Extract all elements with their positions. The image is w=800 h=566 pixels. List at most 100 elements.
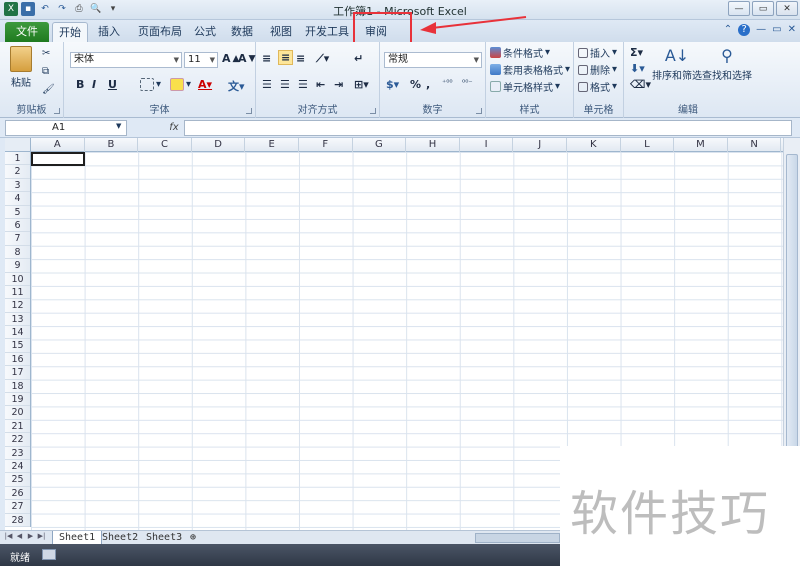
row-header[interactable]: 19 bbox=[5, 393, 30, 407]
row-header[interactable]: 8 bbox=[5, 246, 30, 260]
doc-restore-icon[interactable]: ▭ bbox=[772, 24, 781, 36]
tab-data[interactable]: 数据 bbox=[226, 22, 258, 42]
name-box-dropdown-icon[interactable]: ▼ bbox=[116, 122, 121, 130]
increase-decimal-icon[interactable]: ⁺⁰⁰ bbox=[442, 78, 453, 87]
number-launcher-icon[interactable] bbox=[476, 108, 482, 114]
column-header[interactable]: E bbox=[245, 138, 299, 152]
comma-icon[interactable]: , bbox=[426, 78, 430, 91]
row-header[interactable]: 17 bbox=[5, 366, 30, 380]
tab-view[interactable]: 视图 bbox=[266, 22, 296, 42]
row-header[interactable]: 24 bbox=[5, 460, 30, 474]
align-middle-icon[interactable]: ≡ bbox=[278, 50, 294, 65]
active-cell-a1[interactable] bbox=[31, 152, 85, 166]
decrease-indent-icon[interactable]: ⇤ bbox=[316, 78, 325, 91]
doc-close-icon[interactable]: ✕ bbox=[788, 24, 796, 36]
row-header[interactable]: 4 bbox=[5, 192, 30, 206]
row-header[interactable]: 16 bbox=[5, 353, 30, 367]
copy-icon[interactable]: ⧉ bbox=[42, 66, 49, 77]
fill-color-icon[interactable]: ▾ bbox=[170, 78, 191, 91]
row-header[interactable]: 10 bbox=[5, 273, 30, 286]
column-header[interactable]: J bbox=[513, 138, 567, 152]
column-header[interactable]: N bbox=[728, 138, 782, 152]
row-header[interactable]: 21 bbox=[5, 420, 30, 434]
tab-file[interactable]: 文件 bbox=[5, 22, 49, 42]
next-sheet-icon[interactable]: ▶ bbox=[26, 532, 35, 540]
clear-icon[interactable]: ⌫▾ bbox=[630, 78, 651, 91]
column-header[interactable]: H bbox=[406, 138, 460, 152]
row-header[interactable]: 28 bbox=[5, 514, 30, 527]
ribbon-collapse-icon[interactable]: ⌃ bbox=[724, 24, 732, 36]
column-header[interactable]: L bbox=[621, 138, 675, 152]
first-sheet-icon[interactable]: |◀ bbox=[4, 532, 13, 540]
row-header[interactable]: 15 bbox=[5, 339, 30, 353]
sheet-tab-1[interactable]: Sheet1 bbox=[52, 531, 103, 545]
minimize-button[interactable]: — bbox=[728, 1, 750, 16]
font-size-combo[interactable]: 11 ▼ bbox=[184, 52, 218, 68]
font-name-combo[interactable]: 宋体 ▼ bbox=[70, 52, 182, 68]
find-select-button[interactable]: ⚲ 查找和选择 bbox=[702, 46, 752, 82]
format-as-table-button[interactable]: 套用表格格式 ▾ bbox=[490, 62, 570, 77]
row-header[interactable]: 7 bbox=[5, 232, 30, 246]
align-top-icon[interactable]: ≡ bbox=[262, 52, 271, 65]
fill-icon[interactable]: ⬇▾ bbox=[630, 62, 645, 75]
sort-filter-button[interactable]: A↓ 排序和筛选 bbox=[652, 46, 702, 82]
alignment-launcher-icon[interactable] bbox=[370, 108, 376, 114]
row-header[interactable]: 26 bbox=[5, 487, 30, 501]
align-bottom-icon[interactable]: ≡ bbox=[296, 52, 305, 65]
row-header[interactable]: 9 bbox=[5, 259, 30, 273]
doc-minimize-icon[interactable]: — bbox=[756, 24, 766, 36]
row-header[interactable]: 11 bbox=[5, 286, 30, 300]
close-button[interactable]: ✕ bbox=[776, 1, 798, 16]
conditional-format-button[interactable]: 条件格式 ▾ bbox=[490, 45, 550, 60]
column-header[interactable]: K bbox=[567, 138, 621, 152]
row-header[interactable]: 1 bbox=[5, 152, 30, 166]
underline-icon[interactable]: U bbox=[108, 78, 117, 91]
insert-sheet-icon[interactable]: ⊕ bbox=[184, 531, 202, 545]
row-header[interactable]: 3 bbox=[5, 179, 30, 193]
row-header[interactable]: 6 bbox=[5, 219, 30, 233]
last-sheet-icon[interactable]: ▶| bbox=[37, 532, 46, 540]
prev-sheet-icon[interactable]: ◀ bbox=[15, 532, 24, 540]
column-header[interactable]: F bbox=[299, 138, 353, 152]
row-header[interactable]: 23 bbox=[5, 447, 30, 460]
tab-page-layout[interactable]: 页面布局 bbox=[130, 22, 190, 42]
name-box[interactable]: A1 bbox=[5, 120, 127, 136]
phonetic-icon[interactable]: 文▾ bbox=[228, 78, 245, 94]
column-header[interactable]: M bbox=[674, 138, 728, 152]
align-center-icon[interactable]: ☰ bbox=[280, 78, 290, 91]
bold-icon[interactable]: B bbox=[76, 78, 84, 91]
cut-icon[interactable]: ✂ bbox=[42, 48, 50, 59]
insert-function-icon[interactable]: fx bbox=[166, 120, 182, 136]
row-header[interactable]: 13 bbox=[5, 313, 30, 327]
row-header[interactable]: 12 bbox=[5, 299, 30, 313]
border-icon[interactable]: ▾ bbox=[140, 78, 161, 91]
sheet-tab-3[interactable]: Sheet3 bbox=[140, 531, 188, 545]
help-icon[interactable]: ? bbox=[738, 24, 751, 36]
row-header[interactable]: 14 bbox=[5, 326, 30, 340]
clipboard-launcher-icon[interactable] bbox=[54, 108, 60, 114]
row-header[interactable]: 5 bbox=[5, 206, 30, 219]
number-format-combo[interactable]: 常规 ▼ bbox=[384, 52, 482, 68]
format-painter-icon[interactable]: 🖌 bbox=[42, 84, 55, 95]
merge-center-icon[interactable]: ⊞▾ bbox=[354, 78, 369, 91]
cell-styles-button[interactable]: 单元格样式 ▾ bbox=[490, 79, 560, 94]
row-header[interactable]: 27 bbox=[5, 500, 30, 514]
autosum-icon[interactable]: Σ▾ bbox=[630, 46, 643, 59]
row-header[interactable]: 25 bbox=[5, 473, 30, 487]
row-header[interactable]: 18 bbox=[5, 380, 30, 394]
maximize-button[interactable]: ▭ bbox=[752, 1, 774, 16]
column-header[interactable]: G bbox=[353, 138, 407, 152]
align-left-icon[interactable]: ☰ bbox=[262, 78, 272, 91]
column-header[interactable]: C bbox=[138, 138, 192, 152]
shrink-font-icon[interactable]: A ▼ bbox=[238, 52, 256, 65]
font-color-icon[interactable]: A▾ bbox=[198, 78, 212, 91]
tab-formulas[interactable]: 公式 bbox=[190, 22, 220, 42]
align-right-icon[interactable]: ☰ bbox=[298, 78, 308, 91]
column-header[interactable]: B bbox=[85, 138, 139, 152]
row-header[interactable]: 2 bbox=[5, 165, 30, 179]
tab-insert[interactable]: 插入 bbox=[92, 22, 126, 42]
percent-icon[interactable]: % bbox=[410, 78, 421, 91]
tab-developer[interactable]: 开发工具 bbox=[304, 22, 350, 42]
italic-icon[interactable]: I bbox=[92, 78, 96, 91]
font-launcher-icon[interactable] bbox=[246, 108, 252, 114]
